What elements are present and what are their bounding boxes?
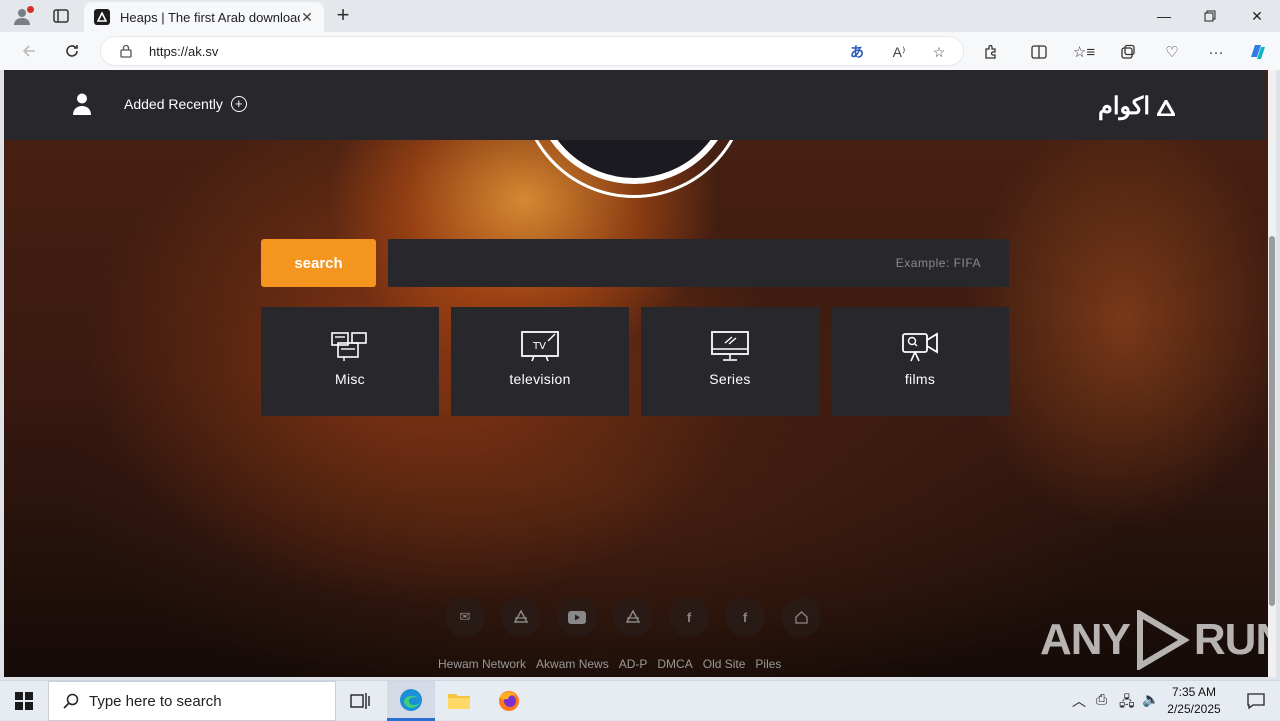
home-icon[interactable] (781, 597, 821, 637)
folder-icon (448, 694, 470, 709)
logo-text: اكوام (1098, 93, 1151, 120)
camera-icon (902, 332, 938, 362)
back-button[interactable] (16, 39, 42, 63)
akwam-icon[interactable] (501, 597, 541, 637)
social-links: ✉ f f (445, 597, 821, 637)
start-button[interactable] (0, 681, 48, 721)
task-view-icon (350, 693, 370, 709)
category-label: Series (709, 371, 751, 387)
edge-icon (400, 688, 422, 711)
system-clock[interactable]: 7:35 AM 2/25/2025 (1160, 684, 1228, 718)
facebook-icon[interactable]: f (725, 597, 765, 637)
url-text: https://ak.sv (149, 44, 219, 59)
site-logo[interactable]: اكوام (1098, 92, 1177, 121)
svg-text:TV: TV (532, 341, 546, 352)
category-series[interactable]: Series (641, 307, 819, 416)
monitor-icon (711, 331, 749, 361)
more-options-icon[interactable]: ··· (1205, 41, 1227, 63)
translate-icon[interactable]: あ (847, 42, 867, 62)
taskbar-search-placeholder: Type here to search (89, 692, 222, 710)
search-button[interactable]: search (261, 239, 376, 287)
new-tab-button[interactable]: + (332, 4, 354, 27)
tab-actions-icon (53, 9, 69, 23)
firefox-icon (499, 691, 519, 711)
added-recently-link[interactable]: Added Recently + (124, 96, 247, 112)
category-label: television (509, 371, 571, 387)
minimize-button[interactable]: — (1141, 0, 1187, 32)
footer-link[interactable]: Akwam News (536, 657, 609, 671)
misc-icon (331, 332, 367, 361)
browser-tab-active[interactable]: Heaps | The first Arab download ✕ (84, 2, 324, 32)
browser-essentials-icon[interactable]: ♡ (1161, 41, 1183, 63)
category-films[interactable]: films (831, 307, 1009, 416)
extensions-icon[interactable] (980, 41, 1002, 63)
browser-titlebar: Heaps | The first Arab download ✕ + — ✕ (0, 0, 1280, 32)
plus-circle-icon: + (230, 96, 247, 112)
profile-button[interactable] (8, 4, 36, 28)
clock-date: 2/25/2025 (1167, 702, 1221, 716)
favorite-star-icon[interactable]: ☆ (929, 42, 949, 62)
browser-toolbar: https://ak.sv あ A⁾ ☆ ☆≡ ♡ ··· (0, 32, 1280, 70)
tv-icon: TV (521, 331, 559, 362)
firefox-taskbar-app[interactable] (485, 681, 533, 721)
watermark-right-text: RUN (1193, 615, 1276, 664)
close-window-button[interactable]: ✕ (1234, 0, 1280, 32)
windows-logo-icon (15, 692, 33, 710)
lock-icon (120, 44, 132, 58)
network-icon[interactable]: 🖧 (1119, 691, 1135, 715)
logo-triangle-icon (1155, 97, 1177, 117)
site-header: Added Recently + اكوام (4, 70, 1266, 140)
added-recently-label: Added Recently (124, 96, 223, 112)
user-icon[interactable] (72, 92, 92, 116)
web-page: Added Recently + اكوام search Misc TV te (4, 70, 1276, 677)
refresh-button[interactable] (59, 39, 85, 63)
tab-title: Heaps | The first Arab download (120, 9, 300, 25)
favorites-icon[interactable]: ☆≡ (1073, 41, 1095, 63)
volume-icon[interactable]: 🔈 (1142, 691, 1159, 708)
footer-link[interactable]: AD-P (619, 657, 648, 671)
edge-taskbar-app[interactable] (387, 681, 435, 721)
notification-dot (27, 6, 34, 13)
restore-icon (1204, 10, 1216, 22)
copilot-icon[interactable] (1246, 41, 1268, 63)
youtube-icon[interactable] (557, 597, 597, 637)
search-input[interactable] (388, 239, 1009, 287)
address-bar[interactable]: https://ak.sv あ A⁾ ☆ (100, 36, 964, 66)
notification-icon (1247, 693, 1265, 709)
task-view-button[interactable] (336, 681, 384, 721)
footer-link[interactable]: Piles (755, 657, 781, 671)
file-explorer-taskbar-app[interactable] (435, 681, 483, 721)
clock-time: 7:35 AM (1171, 685, 1217, 699)
read-aloud-icon[interactable]: A⁾ (889, 42, 909, 62)
windows-taskbar: Type here to search ︿ ⎙ 🖧 🔈 7:35 AM 2/25… (0, 680, 1280, 721)
page-scrollbar-thumb[interactable] (1269, 236, 1275, 606)
play-triangle-icon (1136, 610, 1190, 670)
back-arrow-icon (22, 45, 35, 57)
tab-close-icon[interactable]: ✕ (298, 8, 316, 26)
network-device-icon[interactable]: ⎙ (1096, 691, 1107, 708)
mail-icon[interactable]: ✉ (445, 597, 485, 637)
akwam-favicon-icon (94, 9, 110, 25)
footer-links: Hewam Network Akwam News AD-P DMCA Old S… (438, 657, 781, 671)
split-screen-icon[interactable] (1028, 41, 1050, 63)
category-misc[interactable]: Misc (261, 307, 439, 416)
tab-actions-button[interactable] (48, 4, 74, 28)
notifications-button[interactable] (1232, 681, 1280, 721)
restore-button[interactable] (1187, 0, 1233, 32)
watermark-left-text: ANY (1040, 615, 1131, 664)
facebook-icon[interactable]: f (669, 597, 709, 637)
refresh-icon (66, 45, 78, 57)
category-television[interactable]: TV television (451, 307, 629, 416)
category-label: films (904, 371, 936, 387)
akwam-icon[interactable] (613, 597, 653, 637)
footer-link[interactable]: Hewam Network (438, 657, 526, 671)
search-icon (63, 693, 79, 709)
show-hidden-icons-chevron-icon[interactable]: ︿ (1072, 691, 1086, 711)
anyrun-watermark: ANY RUN (1040, 610, 1276, 670)
collections-icon[interactable] (1117, 41, 1139, 63)
category-label: Misc (335, 371, 365, 387)
taskbar-search[interactable]: Type here to search (48, 681, 336, 721)
footer-link[interactable]: DMCA (657, 657, 692, 671)
footer-link[interactable]: Old Site (703, 657, 746, 671)
